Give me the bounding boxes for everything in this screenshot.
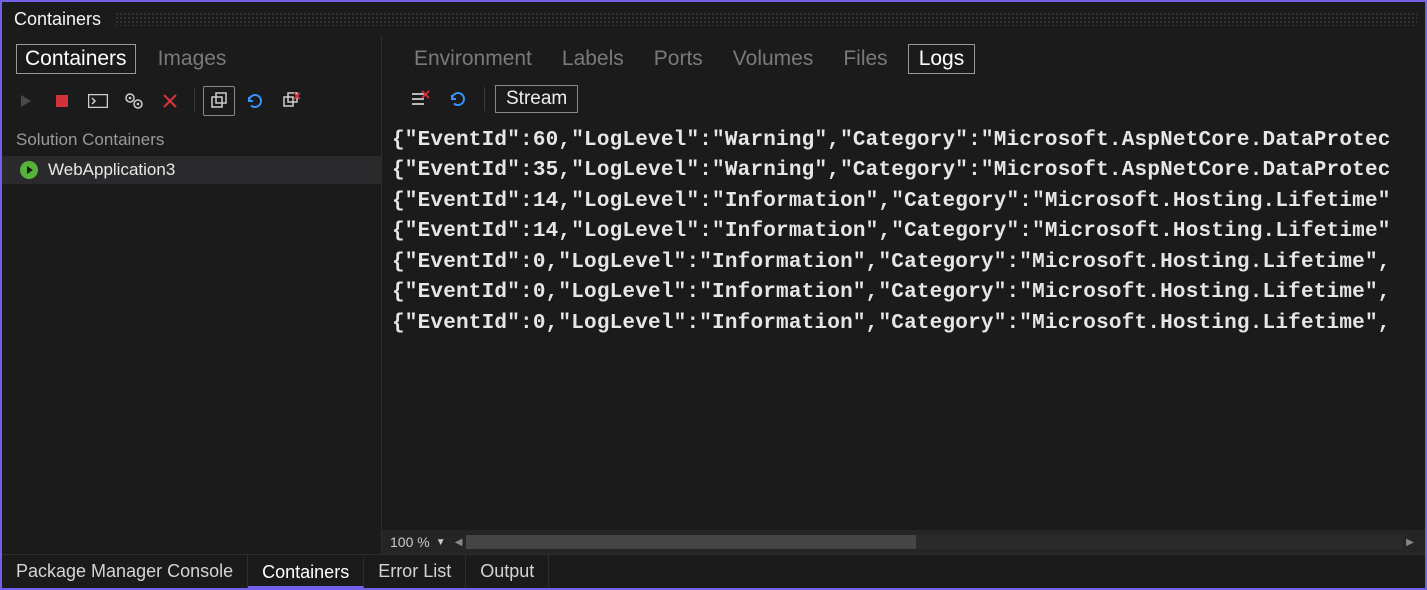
stop-icon xyxy=(55,94,69,108)
scroll-track[interactable] xyxy=(466,535,1403,549)
panel-titlebar: Containers xyxy=(2,2,1425,36)
log-line: {"EventId":60,"LogLevel":"Warning","Cate… xyxy=(392,126,1425,156)
containers-tool-window: Containers Containers Images xyxy=(0,0,1427,590)
tab-files[interactable]: Files xyxy=(833,45,897,73)
bottom-tab-pmc[interactable]: Package Manager Console xyxy=(2,555,248,588)
bottom-tab-containers[interactable]: Containers xyxy=(248,555,364,588)
zoom-level[interactable]: 100 % xyxy=(390,534,430,550)
tab-environment[interactable]: Environment xyxy=(404,45,542,73)
container-list: WebApplication3 xyxy=(2,156,381,554)
windows-icon xyxy=(210,92,228,110)
bottom-tool-tabs: Package Manager Console Containers Error… xyxy=(2,554,1425,588)
log-line: {"EventId":35,"LogLevel":"Warning","Cate… xyxy=(392,156,1425,186)
scroll-right-icon[interactable]: ▶ xyxy=(1403,535,1417,549)
bottom-tab-errorlist[interactable]: Error List xyxy=(364,555,466,588)
main-pane: Environment Labels Ports Volumes Files L… xyxy=(382,36,1425,554)
refresh-icon xyxy=(448,89,468,109)
tab-labels[interactable]: Labels xyxy=(552,45,634,73)
prune-icon xyxy=(281,91,301,111)
x-icon xyxy=(162,93,178,109)
tab-volumes[interactable]: Volumes xyxy=(723,45,824,73)
prune-button[interactable] xyxy=(275,86,307,116)
zoom-row: 100 % ▼ ◀ ▶ xyxy=(382,530,1425,554)
stream-button[interactable]: Stream xyxy=(495,85,578,113)
container-item[interactable]: WebApplication3 xyxy=(2,156,381,184)
sidebar: Containers Images xyxy=(2,36,382,554)
clear-list-icon xyxy=(410,90,430,108)
refresh-logs-button[interactable] xyxy=(442,84,474,114)
refresh-icon xyxy=(245,91,265,111)
refresh-button[interactable] xyxy=(239,86,271,116)
toolbar-separator xyxy=(194,89,195,113)
start-button[interactable] xyxy=(10,86,42,116)
stop-button[interactable] xyxy=(46,86,78,116)
section-label: Solution Containers xyxy=(2,122,381,156)
running-icon xyxy=(20,161,38,179)
terminal-icon xyxy=(88,94,108,108)
toolbar-separator xyxy=(484,87,485,111)
panel-body: Containers Images xyxy=(2,36,1425,554)
clear-logs-button[interactable] xyxy=(404,84,436,114)
gears-icon xyxy=(124,92,144,110)
scroll-left-icon[interactable]: ◀ xyxy=(452,535,466,549)
tab-ports[interactable]: Ports xyxy=(644,45,713,73)
window-button[interactable] xyxy=(203,86,235,116)
bottom-tab-output[interactable]: Output xyxy=(466,555,549,588)
tab-images[interactable]: Images xyxy=(150,45,235,73)
tab-logs[interactable]: Logs xyxy=(908,44,976,74)
tab-containers[interactable]: Containers xyxy=(16,44,136,74)
log-line: {"EventId":0,"LogLevel":"Information","C… xyxy=(392,248,1425,278)
logs-output[interactable]: {"EventId":60,"LogLevel":"Warning","Cate… xyxy=(382,122,1425,530)
log-line: {"EventId":14,"LogLevel":"Information","… xyxy=(392,187,1425,217)
sidebar-toolbar xyxy=(2,84,381,122)
panel-grip[interactable] xyxy=(115,12,1417,26)
play-icon xyxy=(18,93,34,109)
log-line: {"EventId":0,"LogLevel":"Information","C… xyxy=(392,309,1425,339)
log-line: {"EventId":0,"LogLevel":"Information","C… xyxy=(392,278,1425,308)
zoom-dropdown-icon[interactable]: ▼ xyxy=(436,537,446,548)
scroll-thumb[interactable] xyxy=(466,535,916,549)
remove-button[interactable] xyxy=(154,86,186,116)
log-line: {"EventId":14,"LogLevel":"Information","… xyxy=(392,217,1425,247)
settings-button[interactable] xyxy=(118,86,150,116)
horizontal-scrollbar[interactable]: ◀ ▶ xyxy=(452,535,1417,549)
sidebar-tabs: Containers Images xyxy=(2,36,381,84)
terminal-button[interactable] xyxy=(82,86,114,116)
panel-title: Containers xyxy=(14,9,101,30)
detail-tabs: Environment Labels Ports Volumes Files L… xyxy=(382,36,1425,84)
container-item-label: WebApplication3 xyxy=(48,160,175,180)
logs-toolbar: Stream xyxy=(382,84,1425,122)
